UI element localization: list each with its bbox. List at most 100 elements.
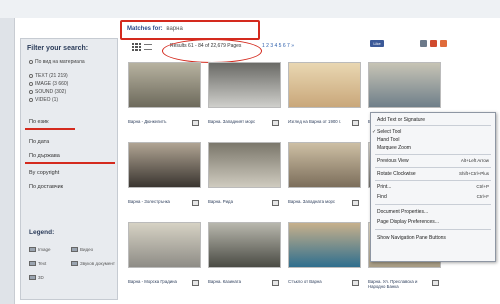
filter-link-provider[interactable]: По доставчик [29,184,63,190]
menu-item-print[interactable]: Print... [377,184,391,190]
email-icon[interactable] [430,40,437,47]
filter-option-label: По вид на материала [35,59,85,65]
menu-separator [375,229,491,230]
image-type-icon [352,280,359,286]
thumbnail-caption[interactable]: Варна - Морска Градина [128,279,188,284]
filter-option-label: SOUND (302) [35,89,67,95]
thumbnail-image[interactable] [368,62,441,108]
speaker-icon [71,261,78,266]
search-summary-query: варна [166,26,183,32]
thumbnail-caption[interactable]: Варна - Дюнкелитъ [128,119,188,124]
filter-option-text[interactable]: TEXT (21 219) [29,73,68,79]
thumbnail-image[interactable] [288,222,361,268]
legend-text: Text [29,261,46,266]
image-type-icon [192,120,199,126]
radio-icon [29,74,33,78]
legend-label: Видео [80,247,94,252]
search-summary: Matches for: варна [120,20,260,40]
image-type-icon [192,200,199,206]
filter-link-date[interactable]: По дата [29,139,49,145]
thumbnail-caption[interactable]: Варна - Золестрънка [128,199,188,204]
annotation-underline [25,128,75,130]
menu-shortcut: Shift+Ctrl+Plus [458,171,489,176]
legend-title: Legend: [29,229,55,236]
legend-video: Видео [71,247,93,252]
menu-item-marquee-zoom[interactable]: Marquee Zoom [377,145,411,151]
legend-label: Image [38,247,51,252]
thumbnail-caption[interactable]: Варна. Ул. Преславска и Народно Банка [368,279,428,289]
radio-icon [29,82,33,86]
menu-item-document-properties[interactable]: Document Properties... [377,209,428,215]
legend-label: Text [38,261,47,266]
filter-option-video[interactable]: VIDEO (1) [29,97,58,103]
thumbnail-image[interactable] [208,62,281,108]
menu-shortcut: Alt+Left Arrow [460,158,489,163]
thumbnail-image[interactable] [128,222,201,268]
list-view-icon[interactable] [144,44,152,50]
thumbnail-caption[interactable]: Варна. Западният морс [208,119,268,124]
thumbnail-image[interactable] [208,142,281,188]
radio-icon [29,90,33,94]
share-icon[interactable] [420,40,427,47]
video-icon [71,247,78,252]
image-type-icon [352,120,359,126]
browser-top-strip [0,0,500,18]
thumbnail-caption[interactable]: Варна. Западната морс [288,199,348,204]
thumbnail-caption[interactable]: Варна. Казината [208,279,268,284]
menu-separator [375,180,491,181]
image-type-icon [432,280,439,286]
thumbnail-caption[interactable]: Изглед на Варна от 1900 г. [288,119,348,124]
menu-item-page-display-preferences[interactable]: Page Display Preferences... [377,219,439,225]
legend-image: Image [29,247,51,252]
filter-option-label: TEXT (21 219) [35,73,68,79]
thumbnail-image[interactable] [288,142,361,188]
menu-item-select-tool[interactable]: Select Tool [377,129,401,135]
image-icon [29,247,36,252]
filter-option-label: IMAGE (3 660) [35,81,69,87]
thumbnail-caption[interactable]: Стъкло от Варна [288,279,348,284]
filter-title: Filter your search: [27,45,89,52]
menu-separator [375,125,491,126]
menu-item-previous-view[interactable]: Previous View [377,158,409,164]
print-icon[interactable] [440,40,447,47]
cube-icon [29,275,36,280]
menu-shortcut: Ctrl+F [476,194,489,199]
thumbnail-image[interactable] [128,142,201,188]
filter-link-copyright[interactable]: By copyright [29,170,59,176]
facebook-like-button[interactable]: Like [370,40,384,47]
thumbnail-image[interactable] [208,222,281,268]
menu-separator [375,167,491,168]
menu-separator [375,154,491,155]
radio-icon [29,98,33,102]
radio-icon [29,60,33,64]
thumbnail-image[interactable] [128,62,201,108]
legend-label: Звуков документ [80,261,115,266]
menu-separator [375,204,491,205]
filter-link-country[interactable]: По държава [29,153,60,159]
annotation-underline [25,162,115,164]
legend-sound: Звуков документ [71,261,115,266]
legend-3d: 3D [29,275,44,280]
thumbnail-caption[interactable]: Варна. Рида [208,199,268,204]
filter-option-sound[interactable]: SOUND (302) [29,89,66,95]
grid-view-icon[interactable] [132,43,141,51]
menu-item-find[interactable]: Find [377,194,387,200]
menu-item-hand-tool[interactable]: Hand Tool [377,137,399,143]
image-type-icon [272,280,279,286]
menu-item-rotate-clockwise[interactable]: Rotate Clockwise [377,171,416,177]
menu-shortcut: Ctrl+P [476,184,489,189]
context-menu: Add Text or Signature ✓ Select Tool Hand… [370,112,496,262]
menu-item-show-navigation-pane-buttons[interactable]: Show Navigation Pane Buttons [377,235,446,241]
filter-group-material[interactable]: По вид на материала [29,59,85,65]
filter-sidebar: Filter your search: По вид на материала … [20,38,118,300]
text-icon [29,261,36,266]
search-summary-label: Matches for: [127,26,163,32]
filter-link-language[interactable]: По език [29,119,48,125]
menu-item-add-text[interactable]: Add Text or Signature [377,117,425,123]
image-type-icon [272,120,279,126]
check-icon: ✓ [372,129,377,135]
filter-option-image[interactable]: IMAGE (3 660) [29,81,68,87]
image-type-icon [352,200,359,206]
pagination[interactable]: 1 2 3 4 5 6 7 » [262,43,294,49]
thumbnail-image[interactable] [288,62,361,108]
